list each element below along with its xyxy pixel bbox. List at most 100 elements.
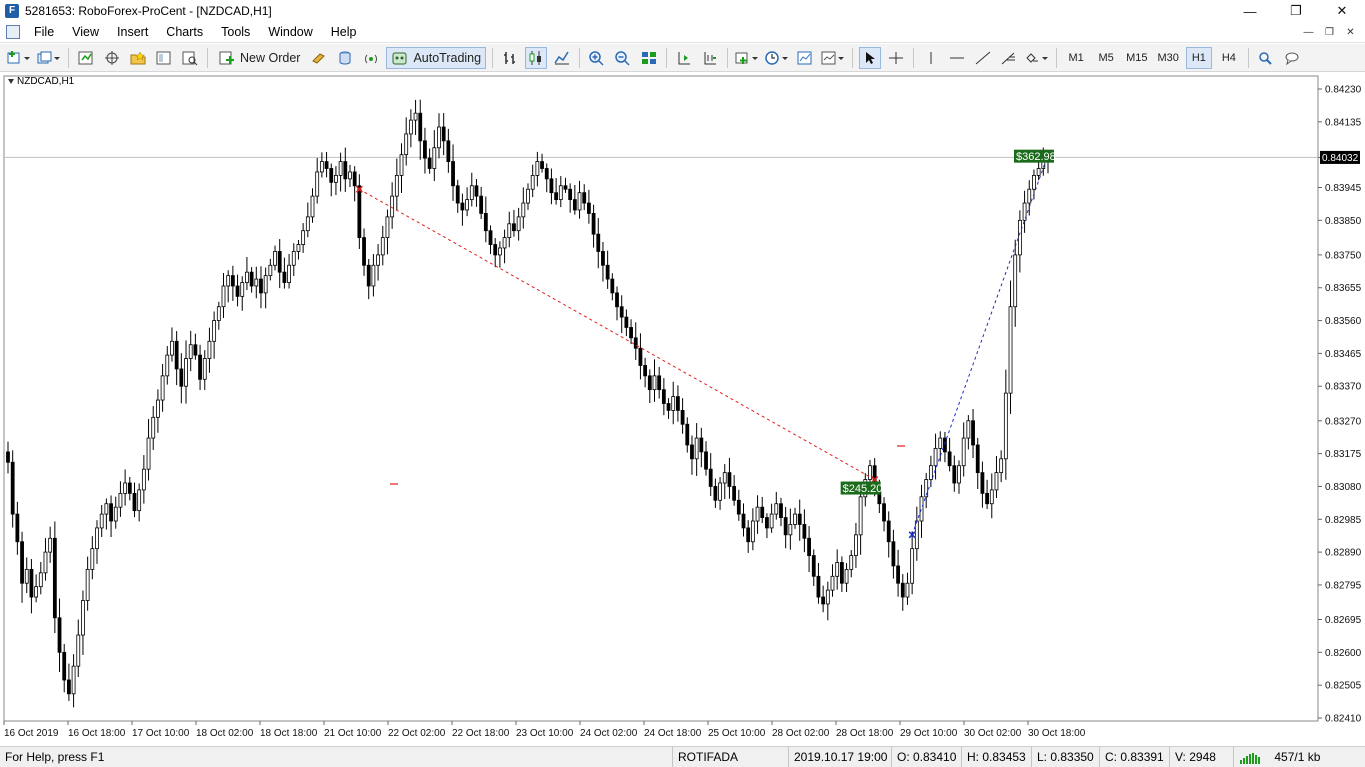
candle-body	[113, 506, 118, 522]
timeframe-h4-button[interactable]: H4	[1216, 47, 1242, 69]
candle-body	[615, 292, 619, 308]
menu-view[interactable]: View	[63, 22, 108, 43]
status-traffic: 457/1 kb	[1274, 750, 1321, 764]
candle-body	[338, 161, 343, 176]
candle-body	[371, 264, 376, 287]
clock-icon	[765, 50, 789, 65]
menu-window[interactable]: Window	[259, 22, 321, 43]
templates-button[interactable]	[794, 47, 816, 69]
chart-properties-button[interactable]	[820, 47, 846, 69]
vertical-line-tool-button[interactable]	[920, 47, 942, 69]
template-icon	[797, 51, 812, 64]
chat-button[interactable]	[1281, 47, 1303, 69]
bar-chart-button[interactable]	[499, 47, 521, 69]
tile-windows-button[interactable]	[638, 47, 660, 69]
vertical-line-icon	[930, 51, 932, 64]
line-chart-button[interactable]	[551, 47, 573, 69]
candle-body	[821, 596, 826, 605]
price-chart[interactable]: 0.84230 0.84135 0.83945 0.83850 0.83750 0.836…	[0, 72, 1365, 746]
child-restore-button[interactable]: ❐	[1319, 22, 1340, 43]
status-close: C: 0.83391	[1099, 747, 1169, 767]
new-chart-button[interactable]	[6, 47, 32, 69]
candle-body	[170, 340, 174, 356]
shapes-tool-button[interactable]	[1024, 47, 1050, 69]
time-label: 24 Oct 18:00	[644, 728, 702, 739]
terminal-window: F 5281653: RoboForex-ProCent - [NZDCAD,H…	[0, 0, 1365, 767]
timeframe-m30-button[interactable]: M30	[1154, 47, 1181, 69]
status-connection[interactable]: 457/1 kb	[1233, 747, 1365, 767]
menu-tools[interactable]: Tools	[212, 22, 259, 43]
price-label: 0.83465	[1325, 349, 1362, 360]
navigator-button[interactable]	[127, 47, 149, 69]
signals-button[interactable]	[334, 47, 356, 69]
menu-charts[interactable]: Charts	[157, 22, 212, 43]
trendline-tool-button[interactable]	[972, 47, 994, 69]
candle-body	[34, 586, 39, 598]
candle-body	[661, 389, 666, 404]
candle-body	[769, 513, 774, 529]
candle-body	[263, 275, 268, 294]
time-label: 29 Oct 10:00	[900, 728, 958, 739]
timeframe-m15-button[interactable]: M15	[1123, 47, 1150, 69]
strategy-tester-button[interactable]	[179, 47, 201, 69]
market-watch-button[interactable]	[75, 47, 97, 69]
fibo-tool-button[interactable]	[998, 47, 1020, 69]
new-order-button[interactable]: New Order	[214, 47, 304, 69]
horizontal-line-tool-button[interactable]	[946, 47, 968, 69]
candle-body	[914, 520, 919, 550]
candle-body	[455, 185, 460, 204]
child-minimize-button[interactable]: —	[1298, 22, 1319, 43]
candle-body	[676, 396, 680, 411]
candle-body	[160, 375, 165, 401]
data-window-button[interactable]	[101, 47, 123, 69]
maximize-button[interactable]: ❐	[1273, 0, 1319, 22]
status-bar: For Help, press F1 ROTIFADA 2019.10.17 1…	[0, 746, 1365, 767]
chart-window-icon[interactable]	[6, 25, 20, 39]
candle-body	[497, 247, 502, 256]
candlestick-chart-button[interactable]	[525, 46, 548, 69]
terminal-button[interactable]	[153, 47, 175, 69]
title-bar: F 5281653: RoboForex-ProCent - [NZDCAD,H…	[0, 0, 1365, 22]
zoom-out-button[interactable]	[612, 47, 634, 69]
status-profile[interactable]: ROTIFADA	[672, 747, 788, 767]
candle-body	[362, 237, 366, 266]
child-close-button[interactable]: ✕	[1340, 22, 1361, 43]
candle-body	[493, 244, 498, 256]
time-label: 22 Oct 02:00	[388, 728, 446, 739]
chart-shift-button[interactable]	[673, 47, 695, 69]
timeframe-h1-button[interactable]: H1	[1185, 46, 1212, 69]
minimize-button[interactable]: —	[1227, 0, 1273, 22]
menu-file[interactable]: File	[25, 22, 63, 43]
menu-help[interactable]: Help	[322, 22, 366, 43]
crosshair-tool-button[interactable]	[885, 47, 907, 69]
candle-body	[43, 551, 48, 574]
candle-body	[52, 537, 57, 619]
cursor-tool-button[interactable]	[859, 46, 882, 69]
status-help: For Help, press F1	[5, 750, 105, 764]
market-button[interactable]	[360, 47, 382, 69]
profiles-button[interactable]	[36, 47, 62, 69]
metaeditor-button[interactable]	[308, 47, 330, 69]
autoscroll-button[interactable]	[699, 47, 721, 69]
timeframe-m5-button[interactable]: M5	[1093, 47, 1119, 69]
zoom-in-button[interactable]	[586, 47, 608, 69]
candle-body	[81, 600, 85, 636]
candle-body	[249, 271, 254, 287]
candle-body	[348, 171, 352, 180]
time-label: 16 Oct 2019	[4, 728, 59, 739]
close-button[interactable]: ✕	[1319, 0, 1365, 22]
search-button[interactable]	[1255, 47, 1277, 69]
chart-frame	[3, 75, 1319, 722]
menu-insert[interactable]: Insert	[108, 22, 157, 43]
periods-button[interactable]	[764, 47, 790, 69]
timeframe-m1-button[interactable]: M1	[1063, 47, 1089, 69]
autotrading-button[interactable]: AutoTrading	[386, 46, 487, 69]
candle-body	[71, 665, 76, 695]
chart-symbol-label[interactable]: NZDCAD,H1	[8, 76, 74, 87]
price-label: 0.83560	[1325, 316, 1362, 327]
candle-body	[619, 306, 624, 318]
candle-body	[797, 513, 802, 525]
candle-body	[868, 465, 872, 480]
chart-area[interactable]: 0.84230 0.84135 0.83945 0.83850 0.83750 0.836…	[0, 72, 1365, 746]
indicators-button[interactable]	[734, 47, 760, 69]
